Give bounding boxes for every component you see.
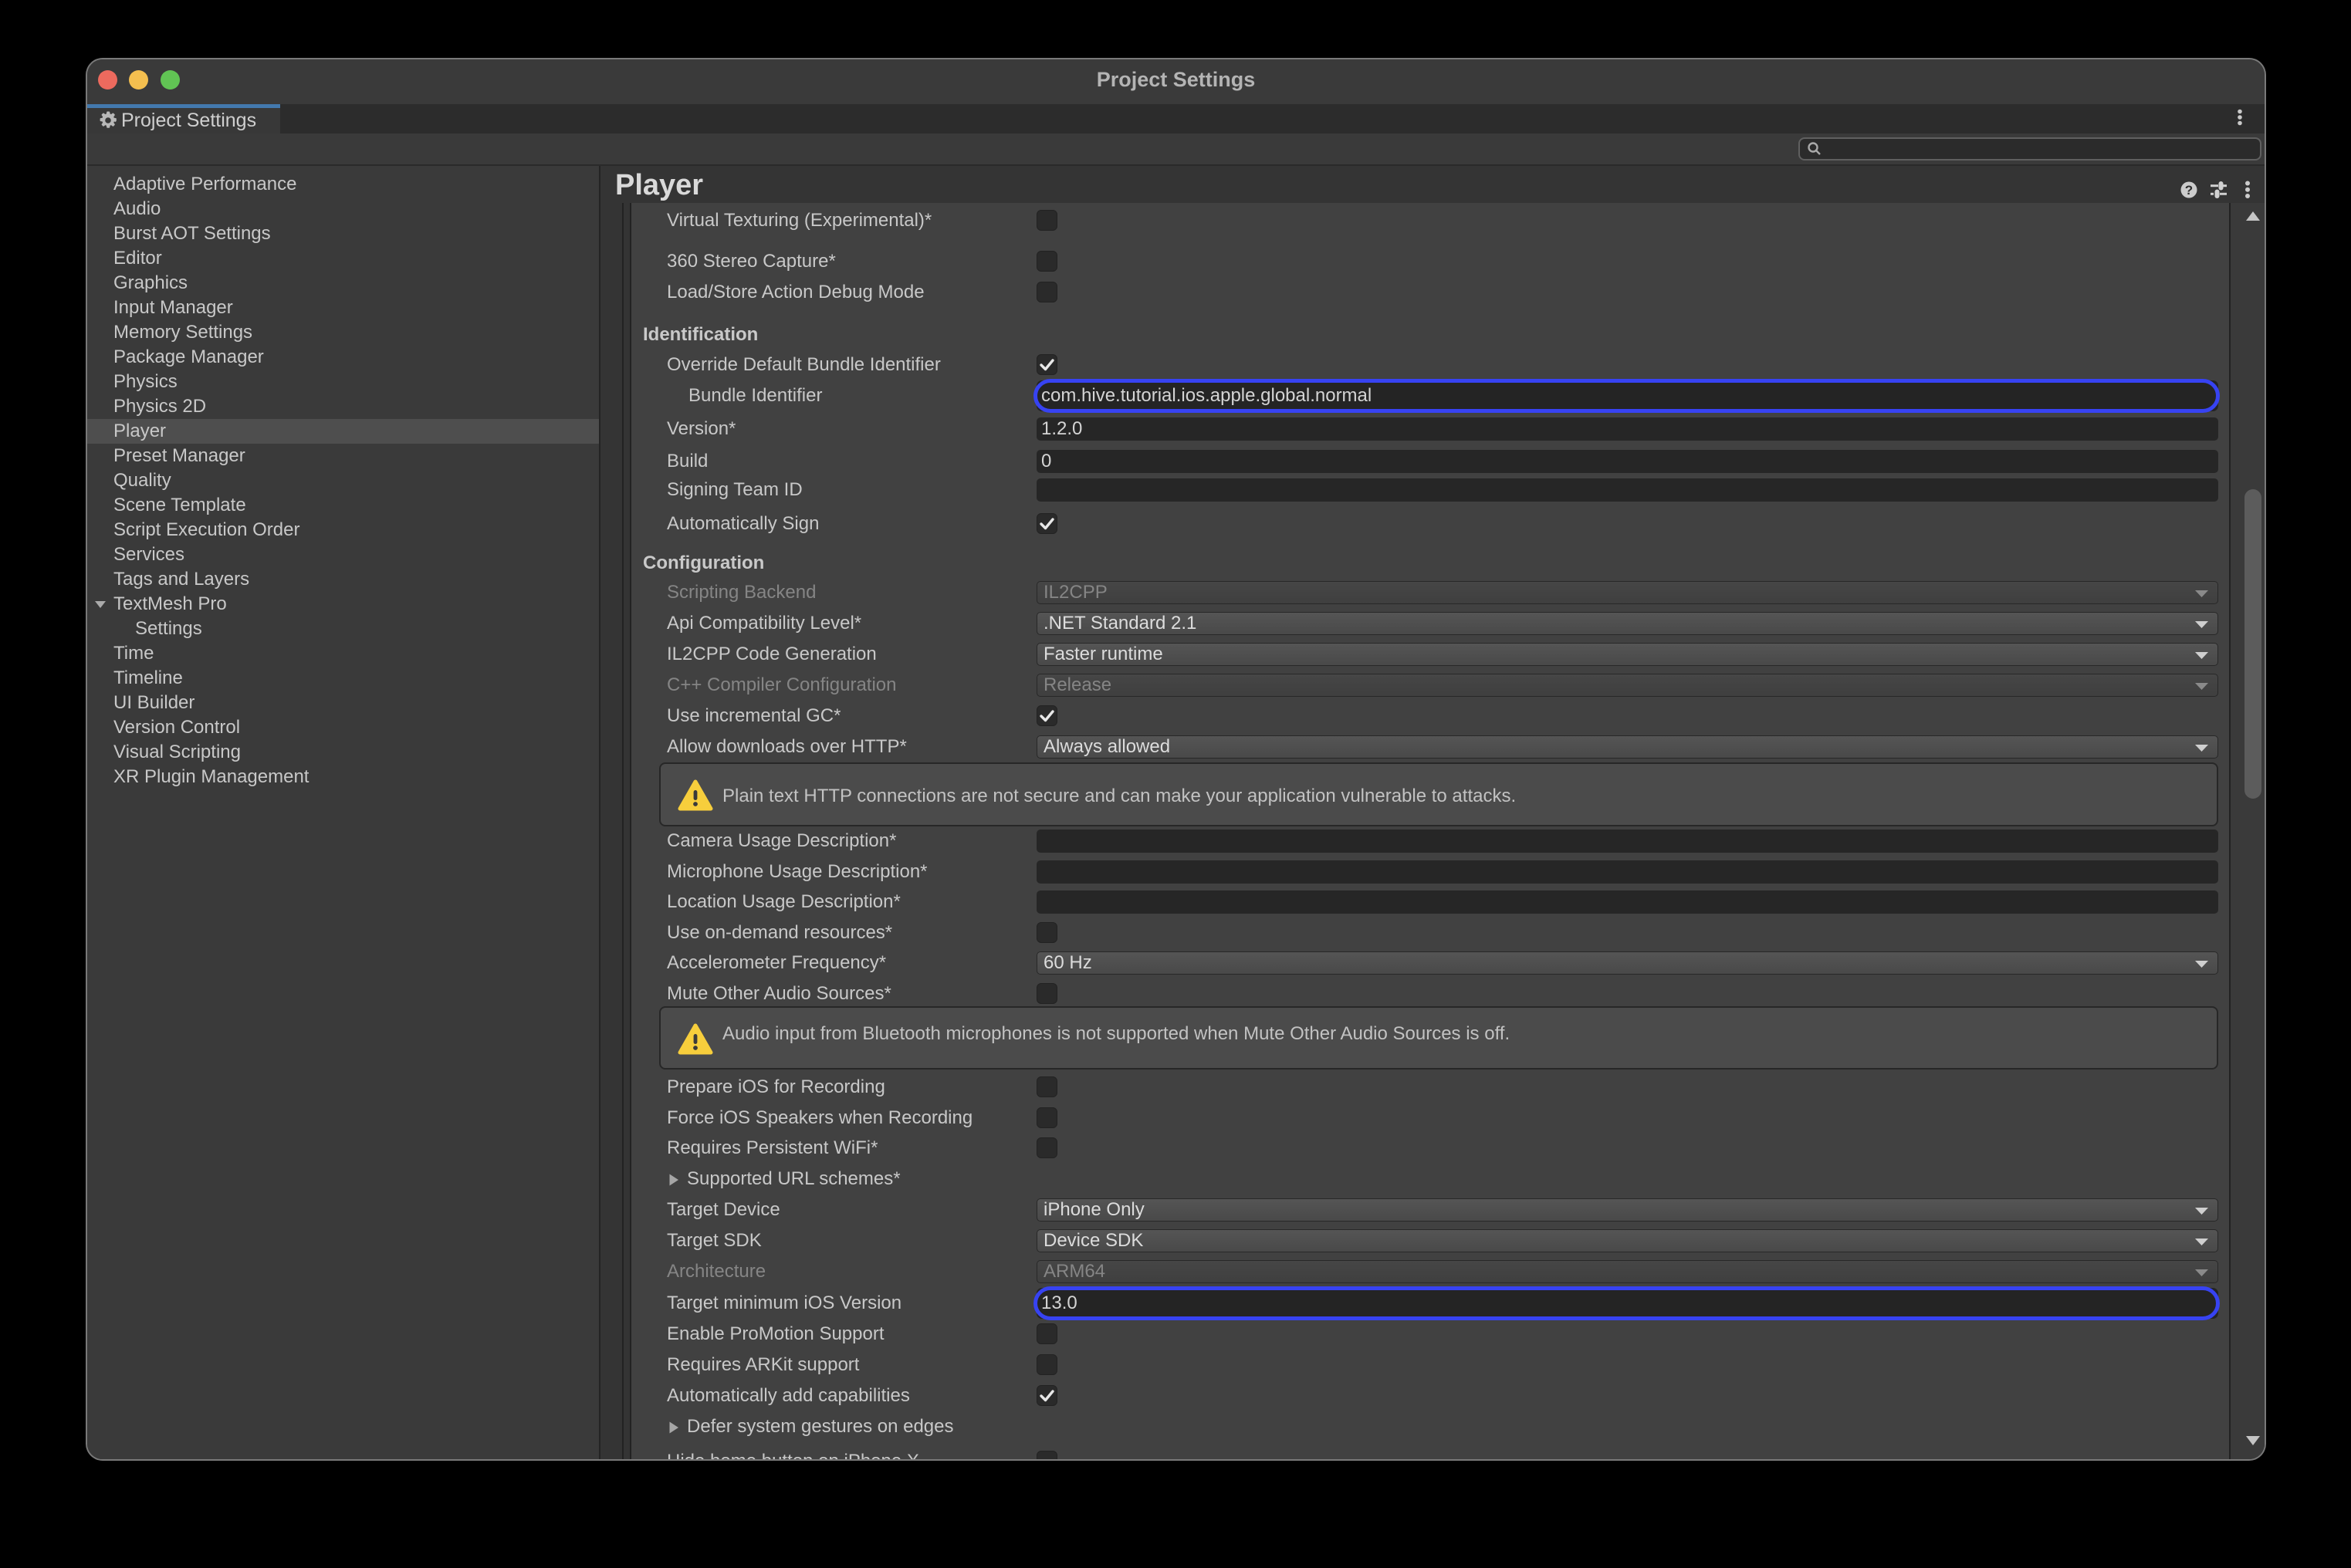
svg-text:?: ? bbox=[2185, 183, 2193, 198]
